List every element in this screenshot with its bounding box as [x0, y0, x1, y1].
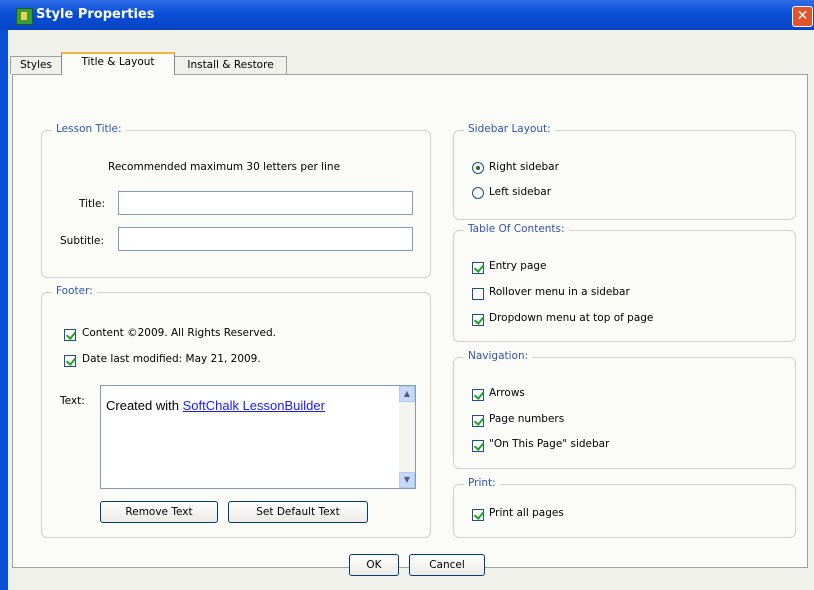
title-input[interactable]	[118, 191, 413, 215]
nav-on-this-page-label: "On This Page" sidebar	[489, 438, 610, 450]
print-legend: Print:	[464, 477, 500, 489]
tab-panel: Lesson Title: Recommended maximum 30 let…	[12, 74, 808, 568]
navigation-group: Navigation: Arrows Page numbers "On This…	[453, 350, 796, 469]
softchalk-link[interactable]: SoftChalk LessonBuilder	[183, 398, 325, 413]
close-icon[interactable]: ✕	[792, 6, 813, 27]
print-all-pages-label: Print all pages	[489, 507, 564, 519]
footer-text-label: Text:	[60, 395, 85, 407]
toc-entry-page-checkbox[interactable]	[472, 262, 484, 274]
left-sidebar-label: Left sidebar	[489, 186, 552, 198]
left-sidebar-radio[interactable]	[472, 187, 484, 199]
toc-legend: Table Of Contents:	[464, 223, 569, 235]
toc-rollover-label: Rollover menu in a sidebar	[489, 286, 630, 298]
sidebar-layout-legend: Sidebar Layout:	[464, 123, 555, 135]
footer-text-area[interactable]: Created with SoftChalk LessonBuilder ▲ ▼	[100, 385, 416, 489]
nav-on-this-page-checkbox[interactable]	[472, 440, 484, 452]
nav-arrows-label: Arrows	[489, 387, 525, 399]
lesson-title-group: Lesson Title: Recommended maximum 30 let…	[41, 123, 431, 278]
footer-group: Footer: Content ©2009. All Rights Reserv…	[41, 285, 431, 538]
print-group: Print: Print all pages	[453, 477, 796, 538]
tab-title-layout[interactable]: Title & Layout	[61, 52, 175, 75]
subtitle-label: Subtitle:	[60, 235, 105, 247]
footer-text-content: Created with SoftChalk LessonBuilder	[106, 398, 325, 413]
footer-content-label: Content ©2009. All Rights Reserved.	[82, 327, 277, 339]
dialog-body: Styles Title & Layout Install & Restore …	[0, 30, 814, 590]
toc-dropdown-checkbox[interactable]	[472, 314, 484, 326]
window-title: Style Properties	[36, 7, 155, 22]
window-left-frame	[0, 30, 8, 590]
lesson-title-hint: Recommended maximum 30 letters per line	[108, 161, 341, 173]
tab-install-restore[interactable]: Install & Restore	[174, 56, 287, 74]
toc-dropdown-label: Dropdown menu at top of page	[489, 312, 654, 324]
footer-legend: Footer:	[52, 285, 97, 297]
footer-text-scrollbar[interactable]: ▲ ▼	[399, 386, 415, 488]
cancel-button[interactable]: Cancel	[409, 554, 485, 576]
navigation-legend: Navigation:	[464, 350, 533, 362]
title-label: Title:	[79, 198, 106, 210]
toc-entry-page-label: Entry page	[489, 260, 547, 272]
title-bar: Style Properties ✕	[0, 0, 814, 30]
footer-date-label: Date last modified: May 21, 2009.	[82, 353, 261, 365]
scroll-up-icon[interactable]: ▲	[399, 386, 415, 402]
print-all-pages-checkbox[interactable]	[472, 509, 484, 521]
tab-styles[interactable]: Styles	[10, 56, 62, 74]
subtitle-input[interactable]	[118, 227, 413, 251]
app-icon	[16, 8, 33, 25]
set-default-text-button[interactable]: Set Default Text	[228, 501, 368, 523]
right-sidebar-label: Right sidebar	[489, 161, 559, 173]
sidebar-layout-group: Sidebar Layout: Right sidebar Left sideb…	[453, 123, 796, 220]
nav-page-numbers-checkbox[interactable]	[472, 415, 484, 427]
toc-rollover-checkbox[interactable]	[472, 288, 484, 300]
right-sidebar-radio[interactable]	[472, 162, 484, 174]
nav-arrows-checkbox[interactable]	[472, 389, 484, 401]
lesson-title-legend: Lesson Title:	[52, 123, 126, 135]
footer-text-prefix: Created with	[106, 398, 183, 413]
footer-content-checkbox[interactable]	[64, 329, 76, 341]
toc-group: Table Of Contents: Entry page Rollover m…	[453, 223, 796, 342]
nav-page-numbers-label: Page numbers	[489, 413, 565, 425]
scroll-down-icon[interactable]: ▼	[399, 472, 415, 488]
remove-text-button[interactable]: Remove Text	[100, 501, 218, 523]
ok-button[interactable]: OK	[349, 554, 399, 576]
footer-date-checkbox[interactable]	[64, 355, 76, 367]
